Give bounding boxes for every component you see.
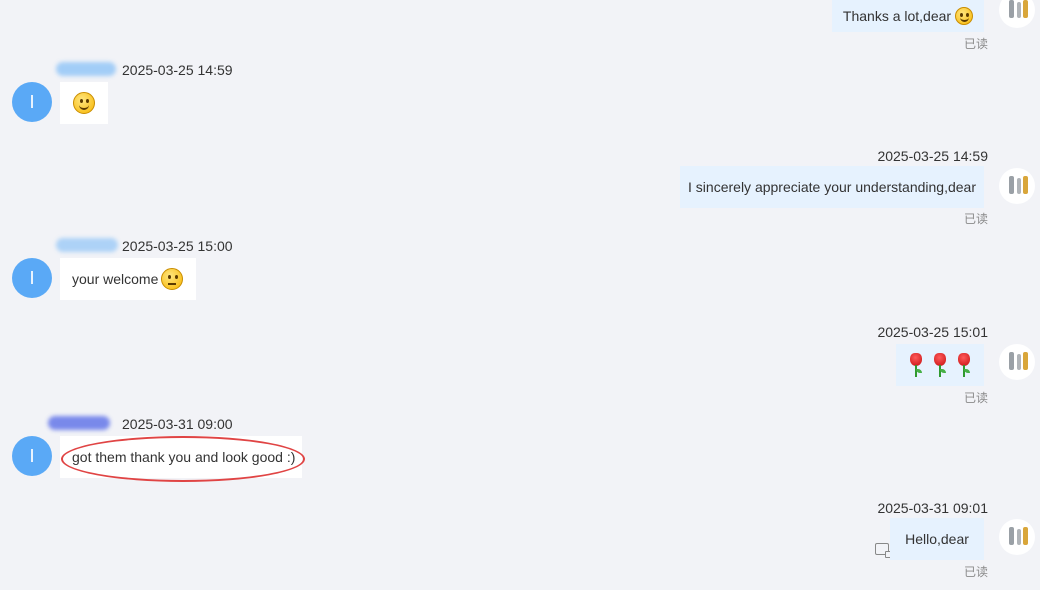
message-time: 2025-03-25 14:59 <box>877 148 988 164</box>
sender-name-redacted <box>48 416 110 430</box>
message-text: your welcome <box>72 271 159 287</box>
avatar[interactable]: I <box>12 436 52 476</box>
message-time: 2025-03-31 09:00 <box>122 416 233 432</box>
image-upload-icon[interactable] <box>875 543 892 558</box>
emoji-icon <box>955 7 974 25</box>
avatar[interactable] <box>999 168 1035 204</box>
message-text: I sincerely appreciate your understandin… <box>688 179 976 195</box>
avatar[interactable]: I <box>12 82 52 122</box>
message-text: Hello,dear <box>905 531 969 547</box>
message-bubble: Hello,dear <box>890 518 984 560</box>
message-bubble <box>896 344 984 386</box>
read-status: 已读 <box>963 37 988 51</box>
read-status: 已读 <box>963 391 988 405</box>
message-time: 2025-03-25 14:59 <box>122 62 233 78</box>
message-time: 2025-03-31 09:01 <box>877 500 988 516</box>
rose-emoji-icon <box>908 353 924 377</box>
message-bubble: I sincerely appreciate your understandin… <box>680 166 984 208</box>
message-text: got them thank you and look good :) <box>72 449 296 465</box>
avatar[interactable] <box>999 0 1035 28</box>
avatar[interactable] <box>999 344 1035 380</box>
message-bubble: Thanks a lot,dear <box>832 0 984 32</box>
thinking-emoji-icon <box>161 268 184 290</box>
message-bubble <box>60 82 108 124</box>
message-time: 2025-03-25 15:00 <box>122 238 233 254</box>
avatar[interactable] <box>999 519 1035 555</box>
read-status: 已读 <box>963 565 988 579</box>
avatar[interactable]: I <box>12 258 52 298</box>
message-text: Thanks a lot,dear <box>842 8 952 24</box>
message-time: 2025-03-25 15:01 <box>877 324 988 340</box>
rose-emoji-icon <box>956 353 972 377</box>
sender-name-redacted <box>56 62 116 76</box>
smile-emoji-icon <box>73 92 95 114</box>
read-status: 已读 <box>963 212 988 226</box>
message-bubble: got them thank you and look good :) <box>60 436 302 478</box>
sender-name-redacted <box>56 238 118 252</box>
rose-emoji-icon <box>932 353 948 377</box>
message-bubble: your welcome <box>60 258 196 300</box>
